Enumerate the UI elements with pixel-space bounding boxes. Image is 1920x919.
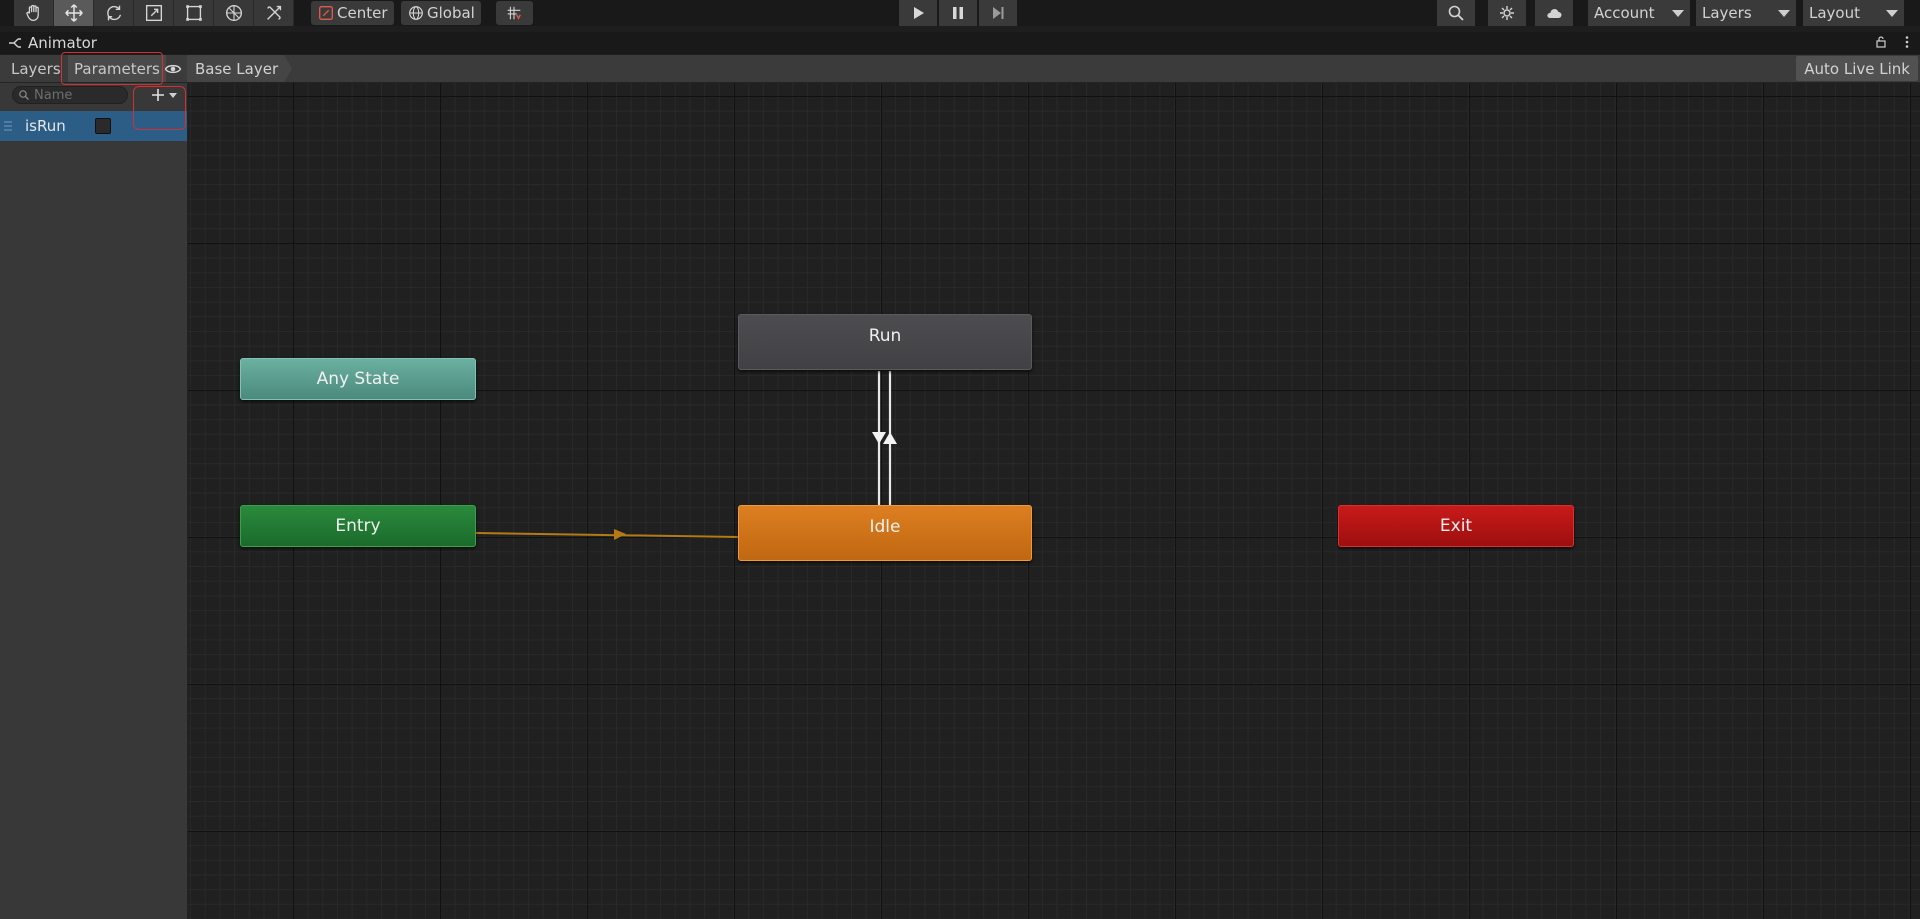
auto-live-link-label: Auto Live Link <box>1804 59 1910 78</box>
pivot-mode-label: Center <box>337 4 388 22</box>
chevron-down-icon <box>1886 9 1898 17</box>
tab-layers-label: Layers <box>11 59 61 78</box>
search-button[interactable] <box>1437 0 1475 26</box>
hand-tool-icon <box>25 4 39 21</box>
account-dropdown[interactable]: Account <box>1588 0 1690 26</box>
search-icon <box>1448 5 1464 21</box>
move-tool-button[interactable] <box>54 0 94 26</box>
custom-tool-button[interactable] <box>254 0 294 26</box>
chevron-down-icon <box>1778 9 1790 17</box>
layout-dropdown[interactable]: Layout <box>1803 0 1904 26</box>
state-run[interactable]: Run <box>738 314 1032 370</box>
arrow-head-icon <box>614 529 626 540</box>
more-options-icon[interactable] <box>1900 35 1914 49</box>
eye-icon[interactable] <box>164 60 182 78</box>
pause-icon <box>953 7 963 19</box>
state-machine-graph[interactable]: Any State Entry Run Idle Exit <box>188 83 1920 919</box>
tab-parameters-label: Parameters <box>74 59 160 78</box>
transform-tools <box>14 0 294 26</box>
animator-window-tab[interactable]: Animator <box>0 32 105 54</box>
rotate-tool-icon <box>106 5 121 21</box>
state-idle[interactable]: Idle <box>738 505 1032 561</box>
transition-entry-idle[interactable] <box>475 532 739 538</box>
transform-tool-button[interactable] <box>214 0 254 26</box>
state-label: Entry <box>335 516 381 536</box>
state-label: Idle <box>869 517 901 537</box>
main-toolbar: Center Global Account Layers Layout <box>0 0 1920 26</box>
services-button[interactable] <box>1488 0 1526 26</box>
arrow-head-icon <box>872 432 886 444</box>
add-parameter-button[interactable] <box>150 86 182 104</box>
layers-label: Layers <box>1702 4 1752 22</box>
transform-tool-icon <box>225 4 242 22</box>
parameters-panel: isRun <box>0 83 188 919</box>
chevron-down-icon <box>1672 9 1684 17</box>
search-icon <box>19 90 29 100</box>
play-button[interactable] <box>899 0 937 26</box>
account-label: Account <box>1594 4 1655 22</box>
lock-icon[interactable] <box>1874 35 1888 49</box>
tab-layers[interactable]: Layers <box>5 55 67 82</box>
layers-dropdown[interactable]: Layers <box>1696 0 1796 26</box>
pivot-center-icon <box>319 6 333 20</box>
parameter-search-input[interactable] <box>34 87 124 103</box>
window-tab-bar: Animator <box>0 32 1920 54</box>
auto-live-link-button[interactable]: Auto Live Link <box>1796 56 1918 81</box>
search-field-wrapper <box>12 86 128 104</box>
transition-edges <box>475 371 897 540</box>
pivot-rotation-label: Global <box>427 4 475 22</box>
rotate-tool-button[interactable] <box>94 0 134 26</box>
parameter-row[interactable]: isRun <box>0 111 187 141</box>
arrow-head-icon <box>883 432 897 444</box>
cloud-icon <box>1547 9 1562 18</box>
pivot-rotation-toggle[interactable]: Global <box>401 1 481 25</box>
grid-snap-icon <box>507 6 521 20</box>
chevron-down-icon <box>169 92 177 98</box>
state-exit[interactable]: Exit <box>1338 505 1574 547</box>
move-tool-icon <box>64 4 83 22</box>
animator-icon <box>9 38 21 48</box>
state-label: Exit <box>1439 516 1473 536</box>
animator-header: Layers Parameters Base Layer Auto Live L… <box>0 55 1920 83</box>
step-button[interactable] <box>979 0 1017 26</box>
pivot-mode-toggle[interactable]: Center <box>311 1 394 25</box>
layout-label: Layout <box>1809 4 1860 22</box>
grid-snap-button[interactable] <box>496 1 533 25</box>
scale-tool-button[interactable] <box>134 0 174 26</box>
parameter-bool-checkbox[interactable] <box>95 118 111 134</box>
pause-button[interactable] <box>939 0 977 26</box>
rect-tool-icon <box>185 5 202 21</box>
state-label: Any State <box>316 369 400 389</box>
services-icon <box>1500 6 1514 20</box>
cloud-button[interactable] <box>1535 0 1573 26</box>
step-icon <box>993 7 1004 19</box>
parameter-name[interactable]: isRun <box>25 117 66 135</box>
breadcrumb[interactable]: Base Layer <box>187 55 292 82</box>
breadcrumb-base-layer: Base Layer <box>195 59 279 78</box>
state-label: Run <box>868 326 902 346</box>
state-entry[interactable]: Entry <box>240 505 476 547</box>
play-icon <box>914 7 924 19</box>
custom-tool-icon <box>266 5 281 20</box>
globe-icon <box>409 6 423 20</box>
drag-handle-icon[interactable] <box>3 120 13 132</box>
scale-tool-icon <box>145 4 162 22</box>
parameter-search <box>12 85 130 105</box>
play-controls <box>899 0 1017 26</box>
window-title: Animator <box>28 34 97 52</box>
window-tab-tools <box>1874 35 1914 49</box>
state-any-state[interactable]: Any State <box>240 358 476 400</box>
plus-icon <box>152 89 164 101</box>
tab-parameters[interactable]: Parameters <box>68 55 166 82</box>
hand-tool-button[interactable] <box>14 0 54 26</box>
rect-tool-button[interactable] <box>174 0 214 26</box>
